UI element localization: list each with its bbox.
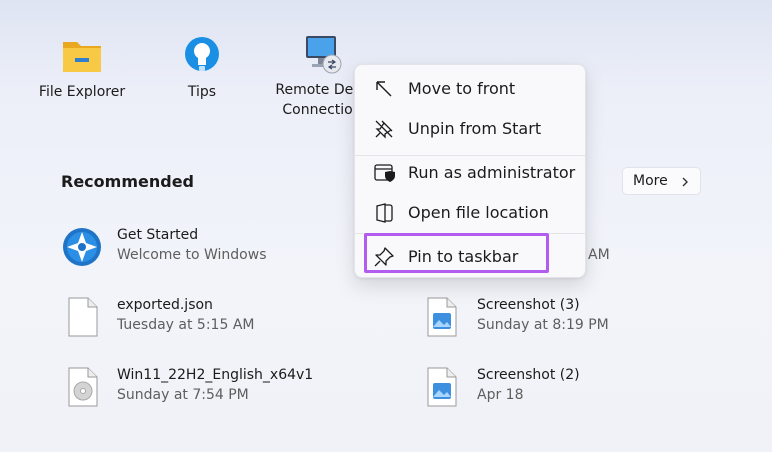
item-subtitle: Sunday at 8:19 PM [477, 317, 609, 333]
get-started-icon [62, 227, 102, 271]
menu-item-label: Open file location [408, 203, 549, 222]
folder-open-icon [373, 202, 395, 224]
recommended-item-screenshot-3[interactable]: Screenshot (3) Sunday at 8:19 PM [422, 297, 682, 347]
folder-icon [61, 36, 103, 76]
pinned-label: Tips [187, 84, 217, 100]
menu-item-run-as-administrator[interactable]: Run as administrator [359, 154, 581, 192]
item-name: Screenshot (2) [477, 367, 580, 383]
menu-item-label: Move to front [408, 79, 516, 98]
more-button[interactable]: More [622, 167, 701, 195]
item-subtitle: Apr 18 [477, 387, 524, 403]
pinned-file-explorer[interactable]: File Explorer [22, 36, 142, 102]
image-file-icon [427, 297, 457, 341]
item-subtitle: Sunday at 7:54 PM [117, 387, 249, 403]
menu-item-open-file-location[interactable]: Open file location [359, 194, 581, 232]
menu-item-label: Run as administrator [408, 163, 576, 182]
pinned-tips[interactable]: Tips [142, 36, 262, 102]
item-name: exported.json [117, 297, 213, 313]
unpin-icon [373, 118, 395, 140]
image-file-icon [427, 367, 457, 411]
item-name: Get Started [117, 227, 199, 243]
remote-desktop-icon [300, 32, 344, 76]
recommended-item-get-started[interactable]: Get Started Welcome to Windows [62, 227, 322, 277]
document-icon [68, 297, 98, 341]
pin-to-taskbar-highlight [364, 233, 549, 273]
disc-image-icon [68, 367, 98, 411]
item-name: Win11_22H2_English_x64v1 [117, 367, 314, 383]
lightbulb-icon [182, 36, 222, 76]
menu-item-label: Unpin from Start [408, 119, 542, 138]
menu-item-unpin-from-start[interactable]: Unpin from Start [359, 110, 581, 148]
recommended-item-screenshot-2[interactable]: Screenshot (2) Apr 18 [422, 367, 682, 417]
pinned-label: File Explorer [38, 84, 126, 100]
item-subtitle: AM [588, 247, 610, 263]
item-subtitle: Welcome to Windows [117, 247, 267, 263]
item-name: Screenshot (3) [477, 297, 580, 313]
more-button-label: More [633, 173, 668, 189]
recommended-heading: Recommended [61, 172, 194, 191]
recommended-item-win11-iso[interactable]: Win11_22H2_English_x64v1 Sunday at 7:54 … [62, 367, 362, 417]
arrow-up-left-icon [373, 78, 395, 100]
menu-item-move-to-front[interactable]: Move to front [359, 70, 581, 108]
item-subtitle: Tuesday at 5:15 AM [117, 317, 255, 333]
chevron-right-icon [680, 175, 690, 193]
shield-window-icon [373, 162, 395, 184]
recommended-item-exported-json[interactable]: exported.json Tuesday at 5:15 AM [62, 297, 322, 347]
